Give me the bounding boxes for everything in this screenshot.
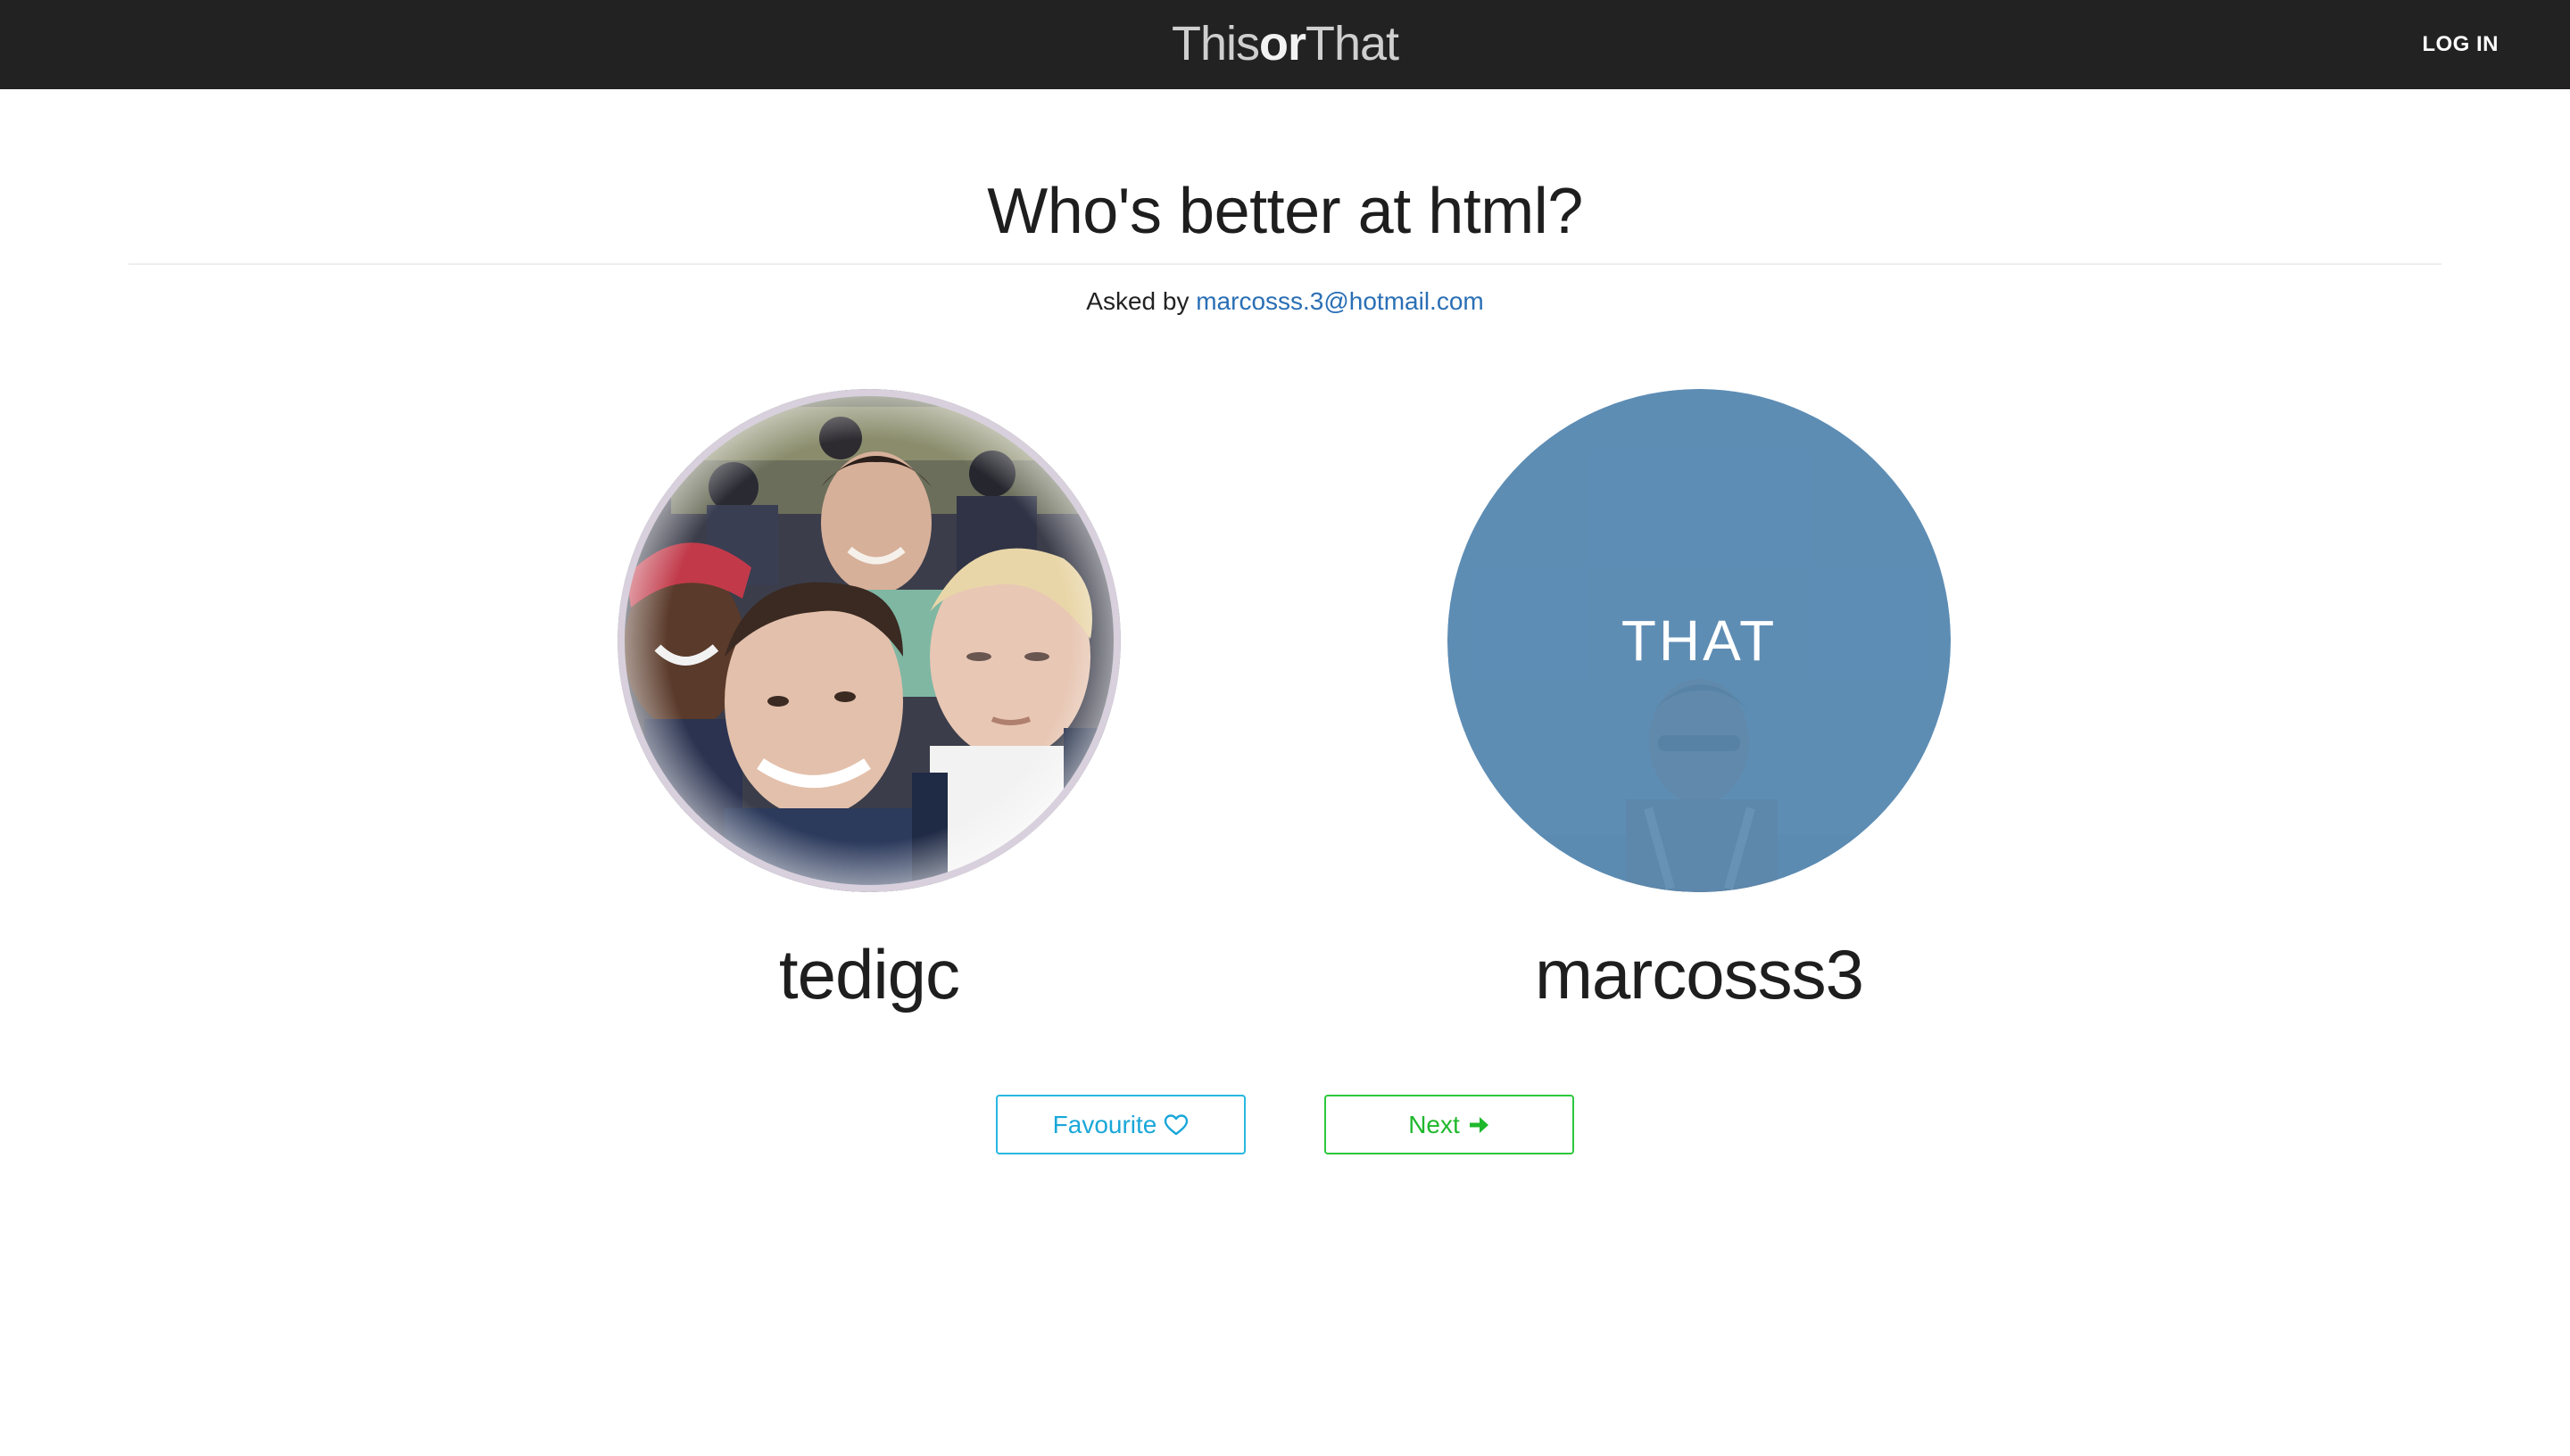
group-selfie-photo [618, 389, 1121, 892]
asked-by-label: Asked by [1086, 287, 1190, 315]
brand-that: That [1305, 17, 1399, 70]
choice-this-name: tedigc [778, 935, 960, 1013]
next-button[interactable]: Next [1324, 1095, 1574, 1154]
that-overlay-label: THAT [1621, 608, 1778, 673]
login-link[interactable]: LOG IN [2422, 27, 2499, 62]
choice-that-image[interactable]: THAT [1447, 389, 1951, 892]
favourite-button[interactable]: Favourite [996, 1095, 1246, 1154]
asked-by-line: Asked by marcosss.3@hotmail.com [0, 285, 2570, 318]
choice-this: tedigc [618, 389, 1121, 1013]
asker-email-link[interactable]: marcosss.3@hotmail.com [1196, 287, 1484, 315]
choice-this-image[interactable] [618, 389, 1121, 892]
question-title: Who's better at html? [987, 176, 1583, 247]
heart-outline-icon [1165, 1113, 1189, 1135]
divider [128, 263, 2442, 265]
navbar: ThisorThat LOG IN [0, 0, 2570, 89]
brand-logo[interactable]: ThisorThat [0, 14, 2570, 73]
favourite-label: Favourite [1052, 1110, 1157, 1138]
next-label: Next [1408, 1110, 1460, 1138]
arrow-right-icon [1469, 1116, 1488, 1133]
choice-that: THAT marcosss3 [1447, 389, 1951, 1013]
brand-this: This [1171, 17, 1260, 70]
brand-or: or [1258, 17, 1306, 70]
choice-that-name: marcosss3 [1534, 935, 1864, 1013]
